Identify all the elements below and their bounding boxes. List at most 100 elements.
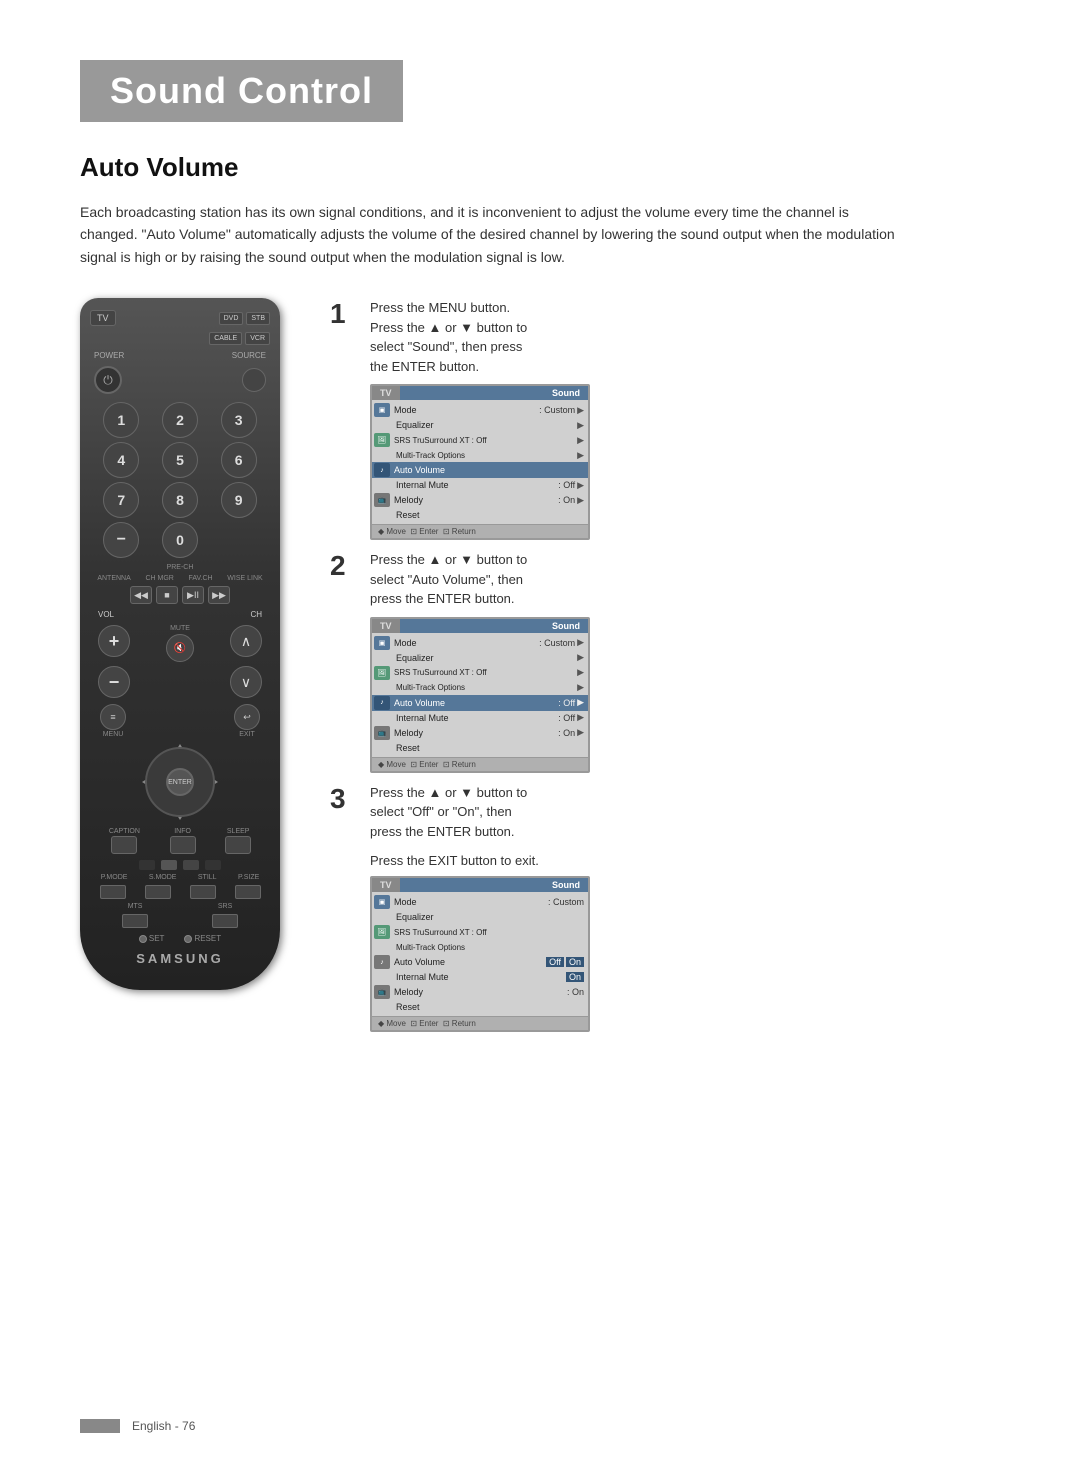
num-3-button[interactable]: 3 [221, 402, 257, 438]
s3-row-multi: Multi-Track Options [372, 940, 588, 954]
screen-3-menu: ▣ Mode : Custom Equalizer 🖼 SRS TruSurro… [372, 892, 588, 1016]
screen-2-footer: ◆ Move ⊡ Enter ⊡ Return [372, 757, 588, 771]
s3-row-mode: ▣ Mode : Custom [372, 894, 588, 910]
set-label: SET [149, 934, 165, 943]
source-circle-button[interactable] [242, 368, 266, 392]
mute-on-badge: On [566, 972, 584, 982]
sleep-button[interactable] [225, 836, 251, 854]
s3-row-melody: 📺 Melody : On [372, 984, 588, 1000]
s3-input-icon: ▣ [374, 895, 390, 909]
pre-ch-label: PRE-CH [90, 564, 270, 571]
srs-label: SRS [218, 903, 232, 910]
step-2-content: Press the ▲ or ▼ button to select "Auto … [370, 550, 1000, 773]
color-btn-4[interactable] [205, 860, 221, 870]
exit-button[interactable]: ↩ [234, 704, 260, 730]
step-2-screen: TV Sound ▣ Mode : Custom ▶ Equalize [370, 617, 590, 773]
color-btn-1[interactable] [139, 860, 155, 870]
color-btn-3[interactable] [183, 860, 199, 870]
mute-button[interactable]: 🔇 [166, 634, 194, 662]
screen-3-footer: ◆ Move ⊡ Enter ⊡ Return [372, 1016, 588, 1030]
ch-up-button[interactable]: ∧ [230, 625, 262, 657]
ch-label: CH [250, 610, 262, 619]
step-3-text: Press the ▲ or ▼ button to select "Off" … [370, 783, 1000, 842]
option-off: Off [546, 957, 564, 967]
mute-label: MUTE [170, 625, 190, 632]
dvd-button[interactable]: DVD [219, 312, 244, 325]
channel-icon: 📺 [374, 493, 390, 507]
vol-up-button[interactable]: + [98, 625, 130, 657]
cable-button[interactable]: CABLE [209, 332, 242, 345]
num-5-button[interactable]: 5 [162, 442, 198, 478]
vol-down-button[interactable]: − [98, 666, 130, 698]
s2-row-eq: Equalizer ▶ [372, 651, 588, 665]
info-label: INFO [174, 828, 191, 835]
still-label: STILL [198, 874, 217, 881]
caption-button[interactable] [111, 836, 137, 854]
s2-row-srs: 🖼 SRS TruSurround XT : Off ▶ [372, 665, 588, 681]
p-mode-button[interactable] [100, 885, 126, 899]
content-area: TV DVD STB CABLE VCR POWER SOURCE ⏻ [80, 298, 1000, 1042]
screen-2-footer-text: ◆ Move ⊡ Enter ⊡ Return [378, 760, 476, 769]
vcr-button[interactable]: VCR [245, 332, 270, 345]
footer-text: English - 76 [132, 1419, 195, 1433]
s-mode-button[interactable] [145, 885, 171, 899]
num-8-button[interactable]: 8 [162, 482, 198, 518]
num-9-button[interactable]: 9 [221, 482, 257, 518]
p-size-button[interactable] [235, 885, 261, 899]
footer-bar [80, 1419, 120, 1433]
section-heading: Auto Volume [80, 152, 1000, 183]
minus-button[interactable]: − [103, 522, 139, 558]
s-mode-label: S.MODE [149, 874, 177, 881]
mts-button[interactable] [122, 914, 148, 928]
remote-control: TV DVD STB CABLE VCR POWER SOURCE ⏻ [80, 298, 280, 990]
remote-wrapper: TV DVD STB CABLE VCR POWER SOURCE ⏻ [80, 298, 300, 990]
s2-sound-icon: ♪ [374, 696, 390, 710]
vol-label: VOL [98, 610, 114, 619]
num-0-button[interactable]: 0 [162, 522, 198, 558]
step-1-text: Press the MENU button. Press the ▲ or ▼ … [370, 298, 1000, 376]
s3-row-auto-volume: ♪ Auto Volume Off On [372, 954, 588, 970]
num-6-button[interactable]: 6 [221, 442, 257, 478]
menu-button[interactable]: ≡ [100, 704, 126, 730]
screen-1-header: TV Sound [372, 386, 588, 400]
ff-button[interactable]: ▶▶ [208, 586, 230, 604]
step-2-number: 2 [330, 552, 354, 580]
s3-sound-icon: ♪ [374, 955, 390, 969]
color-btn-2[interactable] [161, 860, 177, 870]
color-buttons-row [90, 860, 270, 870]
ch-mgr-label: CH MGR [145, 575, 173, 582]
s2-channel-icon: 📺 [374, 726, 390, 740]
vol-ch-labels: VOL CH [98, 610, 262, 619]
num-1-button[interactable]: 1 [103, 402, 139, 438]
screen-1-footer-text: ◆ Move ⊡ Enter ⊡ Return [378, 527, 476, 536]
tv-button[interactable]: TV [90, 310, 116, 326]
picture-icon: 🖼 [374, 433, 390, 447]
source-label: SOURCE [232, 351, 266, 360]
stop-button[interactable]: ■ [156, 586, 178, 604]
s2-input-icon: ▣ [374, 636, 390, 650]
remote-top-row: TV DVD STB [90, 310, 270, 326]
set-button-group: SET [139, 934, 165, 943]
samsung-logo: SAMSUNG [90, 951, 270, 966]
dpad: ENTER [140, 742, 220, 822]
num-4-button[interactable]: 4 [103, 442, 139, 478]
num-7-button[interactable]: 7 [103, 482, 139, 518]
screen-3-header: TV Sound [372, 878, 588, 892]
srs-button[interactable] [212, 914, 238, 928]
enter-label: ENTER [168, 779, 192, 786]
still-button[interactable] [190, 885, 216, 899]
ch-down-button[interactable]: ∨ [230, 666, 262, 698]
enter-button[interactable]: ENTER [166, 768, 194, 796]
play-pause-button[interactable]: ▶II [182, 586, 204, 604]
stb-button[interactable]: STB [246, 312, 270, 325]
power-button[interactable]: ⏻ [94, 366, 122, 394]
p-mode-label: P.MODE [101, 874, 128, 881]
rew-button[interactable]: ◀◀ [130, 586, 152, 604]
set-dot [139, 935, 147, 943]
num-2-button[interactable]: 2 [162, 402, 198, 438]
step-2: 2 Press the ▲ or ▼ button to select "Aut… [330, 550, 1000, 773]
info-button[interactable] [170, 836, 196, 854]
s2-row-reset: Reset [372, 741, 588, 755]
step-3: 3 Press the ▲ or ▼ button to select "Off… [330, 783, 1000, 1033]
mts-srs-labels: MTS SRS [90, 903, 270, 910]
